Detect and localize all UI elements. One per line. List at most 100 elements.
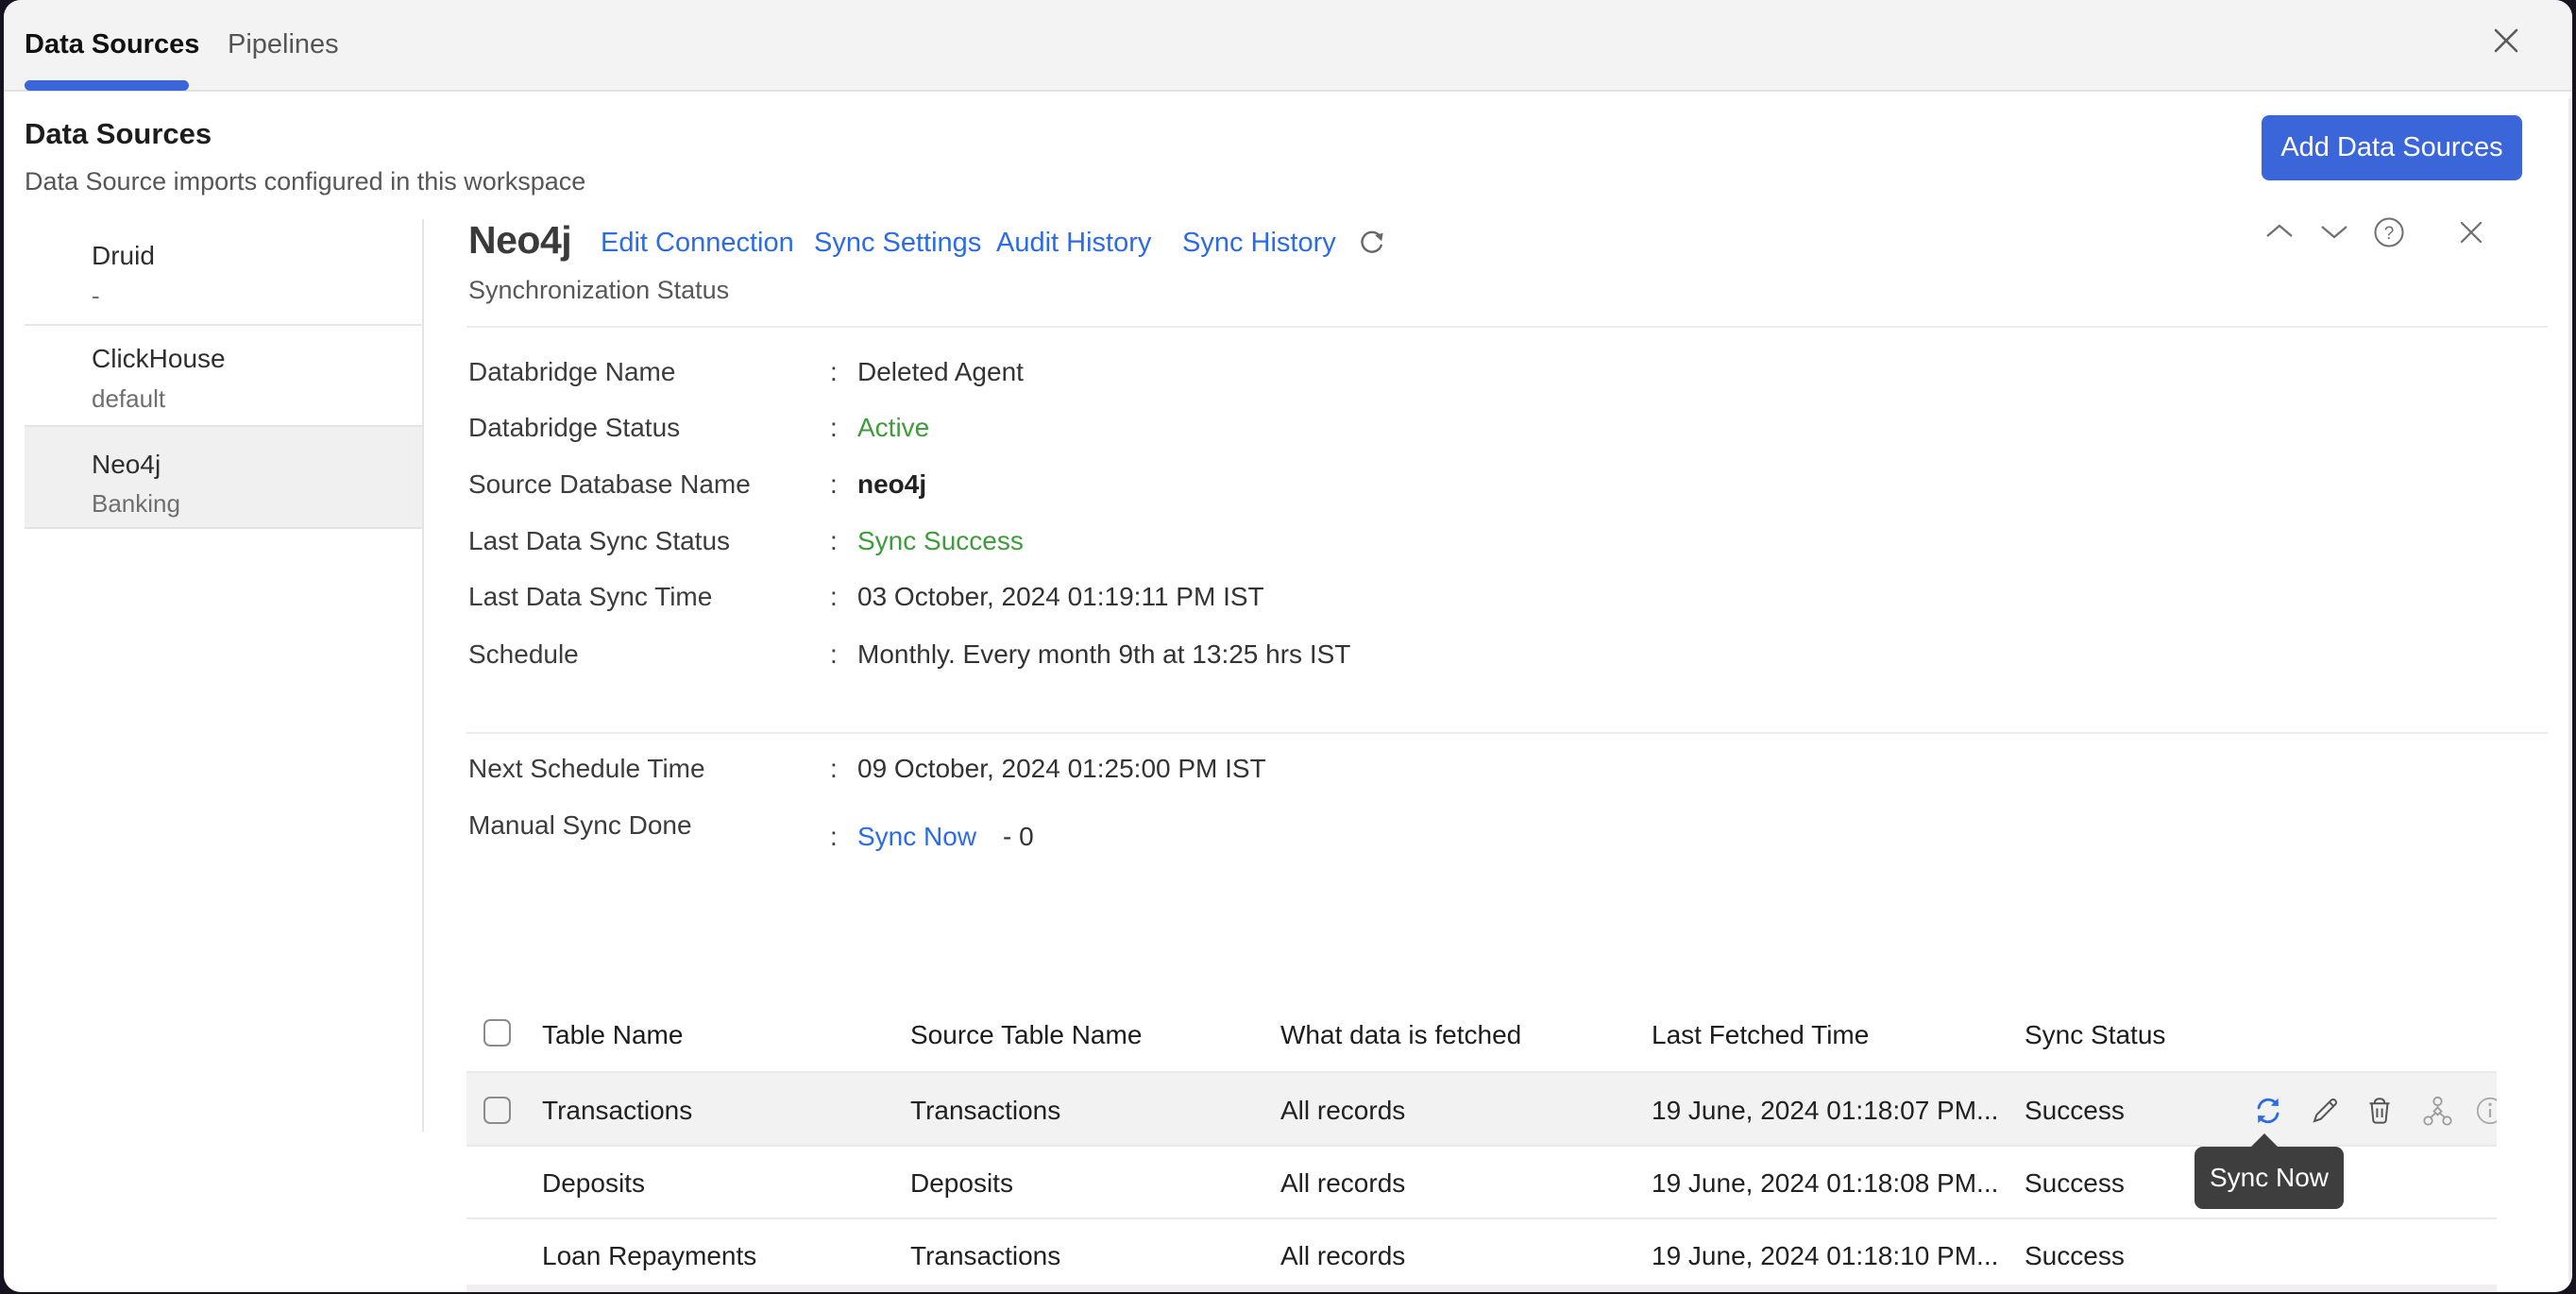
datasource-subtitle: default bbox=[92, 384, 165, 414]
table-header-row: Table Name Source Table Name What data is … bbox=[466, 992, 2497, 1071]
cell-source-table-name: Transactions bbox=[910, 1096, 1060, 1126]
select-all-checkbox[interactable] bbox=[483, 1019, 511, 1047]
column-header-table-name: Table Name bbox=[542, 1020, 683, 1050]
table-row-deposits[interactable]: Deposits Deposits All records 19 June, 2024… bbox=[466, 1147, 2497, 1219]
field-last-data-sync-status: Last Data Sync Status: Sync Success bbox=[468, 526, 1979, 564]
cell-last-fetched-time: 19 June, 2024 01:18:07 PM... bbox=[1652, 1096, 1998, 1126]
cell-source-table-name: Transactions bbox=[910, 1241, 1060, 1271]
cell-last-fetched-time: 19 June, 2024 01:18:08 PM... bbox=[1652, 1168, 1998, 1199]
datasource-name: ClickHouse bbox=[92, 344, 226, 374]
field-colon: : bbox=[830, 357, 838, 387]
cell-what-data-is-fetched: All records bbox=[1280, 1096, 1405, 1126]
cell-sync-status: Success bbox=[2025, 1168, 2125, 1199]
field-colon: : bbox=[830, 413, 838, 443]
cell-source-table-name: Deposits bbox=[910, 1168, 1013, 1199]
datasource-title: Neo4j bbox=[468, 218, 571, 263]
sidebar-item-neo4j[interactable]: Neo4jBanking bbox=[25, 425, 422, 529]
field-last-data-sync-time: Last Data Sync Time:03 October, 2024 01:… bbox=[468, 582, 1979, 620]
field-colon: : bbox=[830, 822, 838, 852]
sync-now-link[interactable]: Sync Now bbox=[857, 822, 976, 851]
link-edit-connection[interactable]: Edit Connection bbox=[601, 228, 794, 259]
svg-text:?: ? bbox=[2384, 224, 2395, 244]
sync-icon[interactable] bbox=[2253, 1096, 2283, 1126]
tables-grid: Table Name Source Table Name What data is … bbox=[466, 992, 2497, 1290]
field-databridge-name: Databridge Name: Deleted Agent bbox=[468, 357, 1979, 395]
page-title: Data Sources bbox=[25, 117, 212, 151]
column-header-source-table-name: Source Table Name bbox=[910, 1020, 1142, 1050]
cell-what-data-is-fetched: All records bbox=[1280, 1241, 1405, 1271]
tab-data-sources[interactable]: Data Sources bbox=[25, 0, 199, 90]
cell-sync-status: Success bbox=[2025, 1241, 2125, 1271]
field-colon: : bbox=[830, 754, 838, 784]
table-row-loan-repayments[interactable]: Loan Repayments Transactions All records 19… bbox=[466, 1219, 2497, 1292]
page-subtitle: Data Source imports configured in this w… bbox=[25, 167, 585, 196]
schedule-divider bbox=[466, 732, 2548, 734]
field-colon: : bbox=[830, 469, 838, 500]
datasource-subtitle: - bbox=[92, 281, 100, 311]
data-sources-dialog: Data Sources Pipelines Data Sources Data… bbox=[4, 0, 2572, 1292]
add-data-sources-button[interactable]: Add Data Sources bbox=[2262, 115, 2522, 180]
field-value: neo4j bbox=[857, 469, 926, 500]
cell-what-data-is-fetched: All records bbox=[1280, 1168, 1405, 1199]
field-label: Databridge Name bbox=[468, 357, 675, 387]
sidebar-item-clickhouse[interactable]: ClickHouse default bbox=[25, 324, 422, 425]
chevron-up-icon[interactable] bbox=[2263, 217, 2296, 246]
edit-icon[interactable] bbox=[2310, 1096, 2340, 1126]
tab-bar: Data Sources Pipelines bbox=[4, 0, 2572, 92]
datasource-name: Druid bbox=[92, 241, 155, 271]
column-header-what-data-is-fetched: What data is fetched bbox=[1280, 1020, 1521, 1050]
table-row-transactions[interactable]: Transactions Transactions All records 19 Ju… bbox=[466, 1071, 2497, 1147]
field-value: 03 October, 2024 01:19:11 PM IST bbox=[857, 582, 1264, 612]
cell-table-name: Deposits bbox=[542, 1168, 645, 1199]
row-checkbox[interactable] bbox=[483, 1097, 511, 1124]
chevron-down-icon[interactable] bbox=[2318, 217, 2350, 246]
field-label: Next Schedule Time bbox=[468, 754, 705, 784]
section-divider bbox=[466, 326, 2548, 328]
field-label: Last Data Sync Time bbox=[468, 582, 712, 612]
field-label: Databridge Status bbox=[468, 413, 680, 443]
sidebar-item-druid[interactable]: Druid - bbox=[25, 223, 422, 324]
field-value: Deleted Agent bbox=[857, 357, 1024, 387]
delete-icon[interactable] bbox=[2364, 1096, 2395, 1126]
field-label: Manual Sync Done bbox=[468, 810, 692, 841]
field-value: Monthly. Every month 9th at 13:25 hrs IS… bbox=[857, 639, 1350, 670]
field-next-schedule-time: Next Schedule Time:09 October, 2024 01:2… bbox=[468, 754, 1979, 792]
datasource-name: Neo4j bbox=[92, 450, 161, 480]
scrollbar[interactable] bbox=[2568, 98, 2571, 1281]
field-value: Active bbox=[857, 413, 929, 443]
refresh-icon[interactable] bbox=[1356, 228, 1386, 258]
schema-icon[interactable] bbox=[2422, 1096, 2452, 1126]
info-icon[interactable] bbox=[2475, 1096, 2497, 1126]
field-label: Last Data Sync Status bbox=[468, 526, 730, 556]
link-sync-settings[interactable]: Sync Settings bbox=[814, 228, 981, 259]
tooltip-label: Sync Now bbox=[2210, 1163, 2329, 1193]
field-label: Source Database Name bbox=[468, 469, 751, 500]
field-colon: : bbox=[830, 526, 838, 556]
link-sync-history[interactable]: Sync History bbox=[1182, 228, 1336, 259]
active-tab-underline bbox=[25, 80, 189, 91]
cell-table-name: Transactions bbox=[542, 1096, 692, 1126]
field-source-database-name: Source Database Name: neo4j bbox=[468, 469, 1979, 507]
sync-count: - 0 bbox=[1003, 822, 1034, 851]
cell-table-name: Loan Repayments bbox=[542, 1241, 756, 1271]
field-value: Sync Success bbox=[857, 526, 1024, 556]
table-bottom-edge bbox=[466, 1285, 2497, 1292]
sync-now-tooltip: Sync Now bbox=[2195, 1147, 2344, 1209]
field-value: 09 October, 2024 01:25:00 PM IST bbox=[857, 754, 1266, 784]
tooltip-caret bbox=[2250, 1133, 2279, 1148]
column-header-last-fetched-time: Last Fetched Time bbox=[1652, 1020, 1869, 1050]
field-databridge-status: Databridge Status: Active bbox=[468, 413, 1979, 451]
tab-pipelines[interactable]: Pipelines bbox=[228, 0, 339, 90]
cell-last-fetched-time: 19 June, 2024 01:18:10 PM... bbox=[1652, 1241, 1998, 1271]
cell-sync-status: Success bbox=[2025, 1096, 2125, 1126]
field-colon: : bbox=[830, 582, 838, 612]
close-panel-icon[interactable] bbox=[2456, 217, 2486, 247]
help-icon[interactable]: ? bbox=[2373, 216, 2405, 248]
field-label: Schedule bbox=[468, 639, 579, 670]
field-manual-sync-done: Manual Sync Done:Sync Now- 0 bbox=[468, 810, 1979, 848]
field-schedule: Schedule:Monthly. Every month 9th at 13:… bbox=[468, 639, 1979, 677]
link-audit-history[interactable]: Audit History bbox=[996, 228, 1151, 259]
close-icon[interactable] bbox=[2491, 26, 2521, 56]
section-label: Synchronization Status bbox=[468, 276, 729, 305]
field-value: Sync Now - 0 bbox=[857, 822, 1034, 852]
